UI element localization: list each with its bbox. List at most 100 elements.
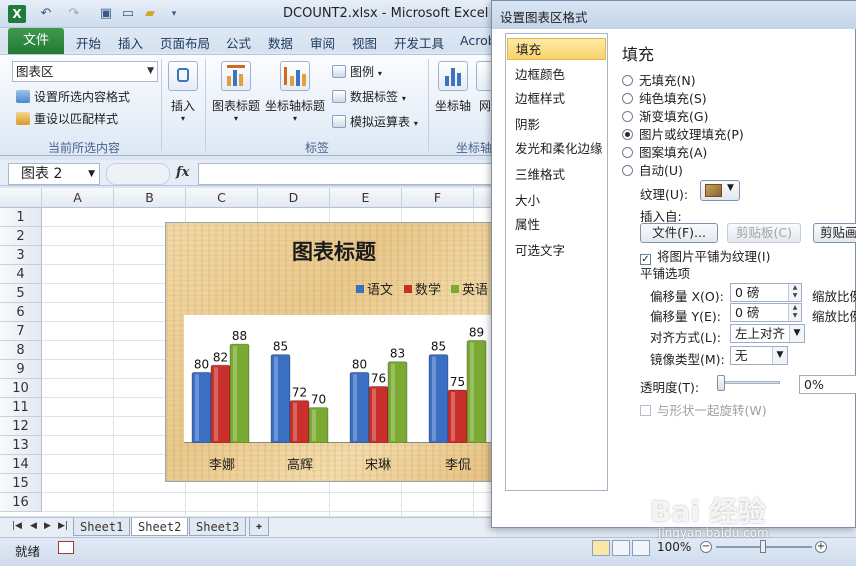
- transparency-slider-thumb[interactable]: [717, 375, 725, 391]
- normal-view-icon[interactable]: [592, 540, 610, 556]
- save-icon[interactable]: ▣: [98, 6, 114, 22]
- spinner-arrows-icon[interactable]: ▲ ▼: [788, 304, 801, 321]
- row-header[interactable]: 15: [0, 474, 42, 493]
- select-all-corner[interactable]: [0, 188, 42, 208]
- new-file-icon[interactable]: ▭: [120, 6, 136, 22]
- sheet-tab[interactable]: Sheet1: [73, 518, 131, 536]
- tab-developer[interactable]: 开发工具: [394, 33, 444, 52]
- column-header[interactable]: F: [402, 188, 474, 208]
- formula-input[interactable]: [198, 163, 498, 185]
- clipboard-button[interactable]: 剪贴板(C): [727, 223, 801, 243]
- radio-pattern-fill[interactable]: 图案填充(A): [622, 142, 707, 161]
- zoom-level[interactable]: 100%: [657, 540, 691, 554]
- radio-gradient-fill[interactable]: 渐变填充(G): [622, 106, 708, 125]
- customize-qat-icon[interactable]: ▾: [166, 6, 182, 22]
- axes-button[interactable]: 坐标轴: [434, 61, 472, 114]
- chart-title-button[interactable]: 图表标题 ▾: [211, 61, 261, 123]
- page-layout-view-icon[interactable]: [612, 540, 630, 556]
- nav-item-size[interactable]: 大小: [507, 190, 606, 212]
- chart-bar[interactable]: [387, 361, 408, 444]
- row-header[interactable]: 10: [0, 379, 42, 398]
- column-header[interactable]: D: [258, 188, 330, 208]
- legend-entry[interactable]: 英语: [451, 279, 488, 298]
- file-button[interactable]: 文件(F)...: [640, 223, 718, 243]
- chart-title[interactable]: 图表标题: [166, 236, 502, 266]
- offset-x-input[interactable]: 0 磅 ▲ ▼: [730, 283, 802, 302]
- prev-sheet-icon[interactable]: ◀: [30, 521, 37, 531]
- open-folder-icon[interactable]: ▰: [142, 6, 158, 22]
- alignment-dropdown[interactable]: 左上对齐 ▼: [730, 324, 805, 343]
- chart-bar[interactable]: [210, 364, 231, 444]
- chart-bar[interactable]: [447, 389, 468, 444]
- chart-area[interactable]: 图表标题 语文 数学 英语 80 82 88 85 72 70 80 76 83 85 75 89 李…: [165, 222, 502, 482]
- nav-item-border-style[interactable]: 边框样式: [507, 88, 606, 110]
- chart-bar[interactable]: [289, 400, 310, 444]
- row-header[interactable]: 8: [0, 341, 42, 360]
- page-break-view-icon[interactable]: [632, 540, 650, 556]
- legend-entry[interactable]: 语文: [356, 279, 393, 298]
- spinner-arrows-icon[interactable]: ▲ ▼: [788, 284, 801, 301]
- zoom-slider-thumb[interactable]: [760, 540, 766, 553]
- rotate-with-shape-checkbox[interactable]: 与形状一起旋转(W): [640, 400, 767, 419]
- texture-picker[interactable]: ▼: [700, 180, 740, 201]
- row-header[interactable]: 6: [0, 303, 42, 322]
- macro-record-icon[interactable]: [58, 541, 74, 554]
- row-header[interactable]: 13: [0, 436, 42, 455]
- tab-home[interactable]: 开始: [76, 33, 101, 52]
- row-header[interactable]: 4: [0, 265, 42, 284]
- chart-bar[interactable]: [466, 340, 487, 444]
- sheet-tab-active[interactable]: Sheet2: [131, 518, 189, 536]
- transparency-input[interactable]: 0%: [799, 375, 856, 394]
- offset-y-input[interactable]: 0 磅 ▲ ▼: [730, 303, 802, 322]
- dialog-title-bar[interactable]: 设置图表区格式: [492, 1, 856, 29]
- next-sheet-icon[interactable]: ▶: [44, 521, 51, 531]
- row-header[interactable]: 16: [0, 493, 42, 512]
- zoom-out-icon[interactable]: −: [700, 541, 712, 553]
- row-header[interactable]: 7: [0, 322, 42, 341]
- sheet-tab[interactable]: Sheet3: [189, 518, 247, 536]
- column-header[interactable]: A: [42, 188, 114, 208]
- chart-bar[interactable]: [229, 343, 250, 444]
- nav-item-fill[interactable]: 填充: [507, 38, 606, 60]
- insert-sheet-icon[interactable]: ✚: [249, 518, 270, 536]
- mirror-type-dropdown[interactable]: 无 ▼: [730, 346, 788, 365]
- first-sheet-icon[interactable]: |◀: [12, 521, 22, 531]
- nav-item-border-color[interactable]: 边框颜色: [507, 64, 606, 86]
- row-header[interactable]: 3: [0, 246, 42, 265]
- clipart-button[interactable]: 剪贴画: [813, 223, 856, 243]
- chart-bar[interactable]: [191, 371, 212, 444]
- nav-item-shadow[interactable]: 阴影: [507, 114, 606, 136]
- tab-page-layout[interactable]: 页面布局: [160, 33, 210, 52]
- radio-solid-fill[interactable]: 纯色填充(S): [622, 88, 707, 107]
- row-header[interactable]: 1: [0, 208, 42, 227]
- nav-item-3d-format[interactable]: 三维格式: [507, 164, 606, 186]
- zoom-in-icon[interactable]: +: [815, 541, 827, 553]
- format-selection-button[interactable]: 设置所选内容格式: [16, 88, 130, 105]
- undo-icon[interactable]: ↶: [38, 6, 54, 22]
- data-labels-button[interactable]: 数据标签 ▾: [332, 88, 406, 105]
- nav-item-glow-soft-edges[interactable]: 发光和柔化边缘: [507, 138, 606, 160]
- last-sheet-icon[interactable]: ▶|: [58, 521, 68, 531]
- tab-formulas[interactable]: 公式: [226, 33, 251, 52]
- tab-insert[interactable]: 插入: [118, 33, 143, 52]
- plot-area[interactable]: 80 82 88 85 72 70 80 76 83 85 75 89: [184, 315, 502, 444]
- tab-view[interactable]: 视图: [352, 33, 377, 52]
- row-header[interactable]: 11: [0, 398, 42, 417]
- row-header[interactable]: 14: [0, 455, 42, 474]
- reset-style-button[interactable]: 重设以匹配样式: [16, 110, 118, 127]
- chart-bar[interactable]: [349, 371, 370, 444]
- chart-bar[interactable]: [428, 354, 449, 444]
- chart-bar[interactable]: [308, 407, 329, 444]
- row-header[interactable]: 9: [0, 360, 42, 379]
- column-header[interactable]: B: [114, 188, 186, 208]
- insert-function-icon[interactable]: fx: [176, 165, 189, 180]
- radio-no-fill[interactable]: 无填充(N): [622, 70, 696, 89]
- tab-data[interactable]: 数据: [268, 33, 293, 52]
- tab-review[interactable]: 审阅: [310, 33, 335, 52]
- chart-element-dropdown[interactable]: 图表区 ▼: [12, 61, 158, 82]
- row-header[interactable]: 2: [0, 227, 42, 246]
- row-header[interactable]: 12: [0, 417, 42, 436]
- insert-button[interactable]: 插入 ▾: [168, 61, 198, 123]
- axis-title-button[interactable]: 坐标轴标题 ▾: [264, 61, 326, 123]
- legend-entry[interactable]: 数学: [404, 279, 441, 298]
